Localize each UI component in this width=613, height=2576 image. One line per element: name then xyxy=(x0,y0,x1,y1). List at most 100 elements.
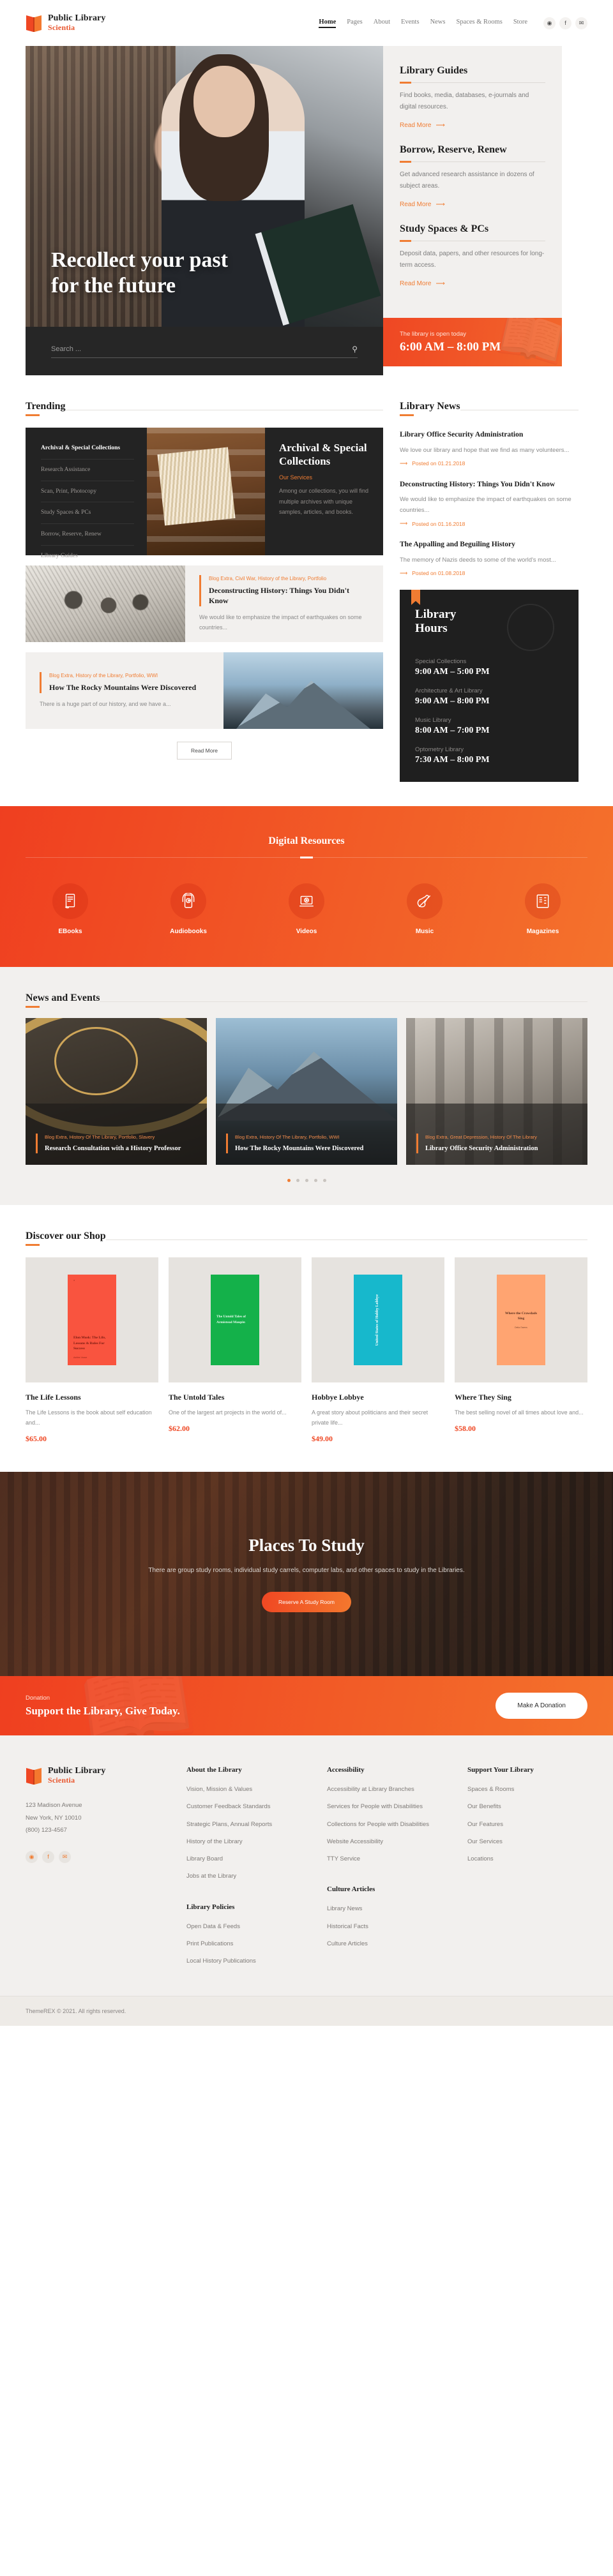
footer-link[interactable]: Website Accessibility xyxy=(327,1838,446,1846)
feature-list-item[interactable]: Study Spaces & PCs xyxy=(41,502,134,525)
facebook-icon[interactable]: f xyxy=(42,1850,54,1863)
footer-link[interactable]: Our Services xyxy=(467,1838,586,1846)
footer-link[interactable]: Our Features xyxy=(467,1820,586,1829)
feature-list-item[interactable]: Library Guides xyxy=(41,546,134,567)
digital-resource-music[interactable]: Music xyxy=(380,883,469,935)
footer-link[interactable]: Culture Articles xyxy=(327,1940,446,1949)
feature-list-item[interactable]: Borrow, Reserve, Renew xyxy=(41,524,134,546)
carousel-dot[interactable] xyxy=(314,1178,317,1182)
twitter-icon[interactable]: ✉ xyxy=(59,1850,71,1863)
search-icon[interactable]: ⚲ xyxy=(352,345,358,354)
trending-read-more-button[interactable]: Read More xyxy=(177,742,232,760)
product-name[interactable]: The Untold Tales xyxy=(169,1393,301,1402)
footer-link[interactable]: Services for People with Disabilities xyxy=(327,1802,446,1811)
footer-link[interactable]: Historical Facts xyxy=(327,1922,446,1931)
phone-number[interactable]: (800) 123-4567 xyxy=(26,1824,165,1836)
feature-list-item[interactable]: Research Assistance xyxy=(41,460,134,481)
read-more-link-study-spaces[interactable]: Read More ⟶ xyxy=(400,280,445,287)
section-underline xyxy=(400,414,414,416)
footer-link[interactable]: Our Benefits xyxy=(467,1802,586,1811)
event-categories[interactable]: Blog Extra, Great Depression, History Of… xyxy=(425,1134,538,1141)
nav-item-home[interactable]: Home xyxy=(319,19,336,28)
search-input[interactable] xyxy=(51,345,352,353)
carousel-dot[interactable] xyxy=(296,1178,299,1182)
feature-card-tag[interactable]: Our Services xyxy=(279,474,369,481)
event-title[interactable]: Library Office Security Administration xyxy=(425,1144,538,1153)
footer-brand-logo[interactable]: Public Library Scientia xyxy=(26,1766,165,1785)
make-a-donation-button[interactable]: Make A Donation xyxy=(496,1693,587,1719)
digital-resource-videos[interactable]: Videos xyxy=(262,883,351,935)
product-card[interactable]: ● Elon Musk: The Life, Lessons & Rules F… xyxy=(26,1257,158,1444)
feature-list-item[interactable]: Scan, Print, Photocopy xyxy=(41,481,134,503)
book-cover-title: United States of Hobby Lobbye xyxy=(375,1294,380,1345)
feature-list-item[interactable]: Archival & Special Collections xyxy=(41,440,134,460)
post-title[interactable]: How The Rocky Mountains Were Discovered xyxy=(49,683,209,693)
nav-item-spaces-rooms[interactable]: Spaces & Rooms xyxy=(456,19,502,28)
event-categories[interactable]: Blog Extra, History Of The Library, Port… xyxy=(45,1134,181,1141)
digital-resource-magazines[interactable]: Magazines xyxy=(498,883,587,935)
footer-link[interactable]: Vision, Mission & Values xyxy=(186,1785,305,1794)
brand-logo[interactable]: Public Library Scientia xyxy=(26,13,105,33)
product-name[interactable]: Hobbye Lobbye xyxy=(312,1393,444,1402)
footer-link[interactable]: TTY Service xyxy=(327,1855,446,1864)
footer-link[interactable]: Customer Feedback Standards xyxy=(186,1802,305,1811)
footer-link[interactable]: Strategic Plans, Annual Reports xyxy=(186,1820,305,1829)
carousel-dot[interactable] xyxy=(322,1178,326,1182)
places-description: There are group study rooms, individual … xyxy=(148,1567,465,1575)
nav-item-events[interactable]: Events xyxy=(401,19,420,28)
footer-link[interactable]: Library Board xyxy=(186,1855,305,1864)
footer-link[interactable]: Local History Publications xyxy=(186,1957,305,1966)
search-field[interactable]: ⚲ xyxy=(51,345,358,358)
event-title[interactable]: Research Consultation with a History Pro… xyxy=(45,1144,181,1153)
read-more-label: Read More xyxy=(400,201,432,208)
news-item-title[interactable]: Library Office Security Administration xyxy=(400,430,579,440)
reserve-study-room-button[interactable]: Reserve A Study Room xyxy=(262,1592,351,1613)
product-name[interactable]: The Life Lessons xyxy=(26,1393,158,1402)
footer-brand-column: Public Library Scientia 123 Madison Aven… xyxy=(26,1766,165,1974)
carousel-dot[interactable] xyxy=(287,1178,291,1182)
footer-link[interactable]: Print Publications xyxy=(186,1940,305,1949)
post-title[interactable]: Deconstructing History: Things You Didn'… xyxy=(209,586,369,606)
nav-item-news[interactable]: News xyxy=(430,19,446,28)
guide-block-study-spaces: Study Spaces & PCs Deposit data, papers,… xyxy=(400,223,545,288)
carousel-dot[interactable] xyxy=(305,1178,308,1182)
footer-link[interactable]: Jobs at the Library xyxy=(186,1872,305,1881)
product-card[interactable]: United States of Hobby Lobbye Hobbye Lob… xyxy=(312,1257,444,1444)
dribbble-icon[interactable]: ◉ xyxy=(26,1850,38,1863)
headphones-phone-icon xyxy=(170,883,206,919)
event-card[interactable]: Blog Extra, History Of The Library, Port… xyxy=(26,1017,207,1165)
bookmark-ribbon-icon xyxy=(411,589,420,605)
post-categories[interactable]: Blog Extra, Civil War, History of the Li… xyxy=(209,575,369,583)
dribbble-icon[interactable]: ◉ xyxy=(543,17,556,29)
post-body: Blog Extra, Civil War, History of the Li… xyxy=(185,565,383,642)
news-item-title[interactable]: The Appalling and Beguiling History xyxy=(400,540,579,550)
event-title[interactable]: How The Rocky Mountains Were Discovered xyxy=(235,1144,363,1153)
footer-link[interactable]: History of the Library xyxy=(186,1838,305,1846)
event-card[interactable]: Blog Extra, History Of The Library, Port… xyxy=(216,1017,397,1165)
footer-link[interactable]: Collections for People with Disabilities xyxy=(327,1820,446,1829)
nav-item-store[interactable]: Store xyxy=(513,19,527,28)
footer-link[interactable]: Accessibility at Library Branches xyxy=(327,1785,446,1794)
twitter-icon[interactable]: ✉ xyxy=(575,17,587,29)
product-card[interactable]: The Untold Tales of Armistead Maupin The… xyxy=(169,1257,301,1444)
library-hours-card: Library Hours Special Collections 9:00 A… xyxy=(400,589,579,782)
facebook-icon[interactable]: f xyxy=(559,17,571,29)
footer-link[interactable]: Locations xyxy=(467,1855,586,1864)
post-categories[interactable]: Blog Extra, History of the Library, Port… xyxy=(49,672,209,680)
news-item-title[interactable]: Deconstructing History: Things You Didn'… xyxy=(400,480,579,490)
footer-link[interactable]: Spaces & Rooms xyxy=(467,1785,586,1794)
read-more-link-library-guides[interactable]: Read More ⟶ xyxy=(400,122,445,129)
post-image-mountain xyxy=(223,652,383,729)
digital-resource-audiobooks[interactable]: Audiobooks xyxy=(144,883,233,935)
read-more-link-borrow[interactable]: Read More ⟶ xyxy=(400,201,445,208)
nav-item-pages[interactable]: Pages xyxy=(347,19,363,28)
feature-card-text: Archival & Special Collections Our Servi… xyxy=(265,428,383,555)
nav-item-about[interactable]: About xyxy=(374,19,390,28)
footer-link[interactable]: Open Data & Feeds xyxy=(186,1922,305,1931)
footer-link[interactable]: Library News xyxy=(327,1905,446,1913)
digital-resource-ebooks[interactable]: EBooks xyxy=(26,883,115,935)
product-name[interactable]: Where They Sing xyxy=(455,1393,587,1402)
event-card[interactable]: Blog Extra, Great Depression, History Of… xyxy=(406,1017,587,1165)
product-card[interactable]: Where the Crawdads Sing Delia Owens Wher… xyxy=(455,1257,587,1444)
event-categories[interactable]: Blog Extra, History Of The Library, Port… xyxy=(235,1134,363,1141)
